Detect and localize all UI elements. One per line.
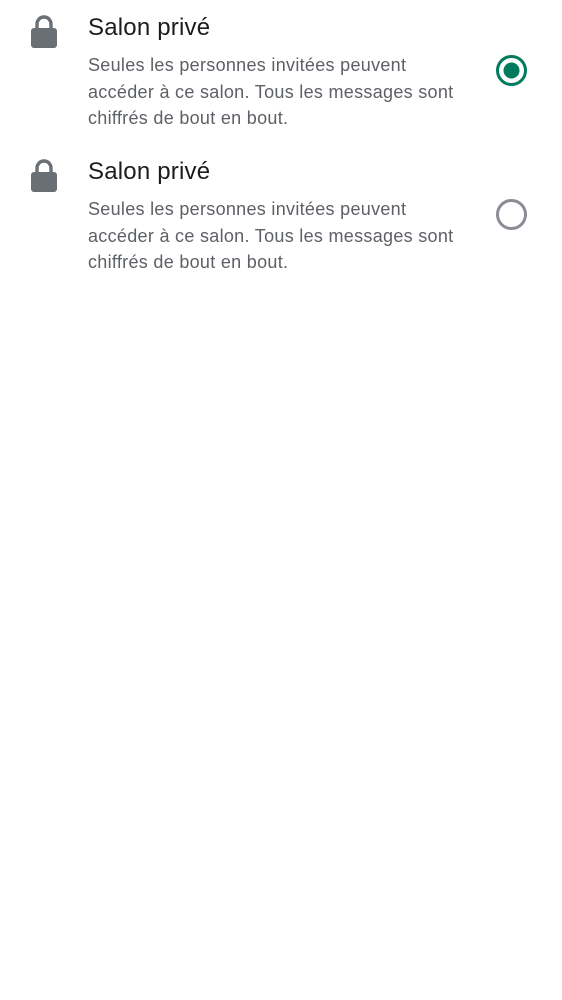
option-title: Salon privé bbox=[88, 158, 211, 185]
room-type-option-private-1[interactable]: Salon privé Seules les personnes invitée… bbox=[0, 0, 562, 140]
radio-button-selected[interactable] bbox=[495, 54, 528, 87]
option-description: Seules les personnes invitées peuvent ac… bbox=[88, 55, 454, 129]
option-description: Seules les personnes invitées peuvent ac… bbox=[88, 199, 454, 273]
lock-icon bbox=[30, 158, 58, 192]
room-type-option-private-2[interactable]: Salon privé Seules les personnes invitée… bbox=[0, 144, 562, 284]
lock-icon bbox=[30, 14, 58, 48]
radio-button-unselected[interactable] bbox=[495, 198, 528, 231]
option-title: Salon privé bbox=[88, 14, 211, 41]
